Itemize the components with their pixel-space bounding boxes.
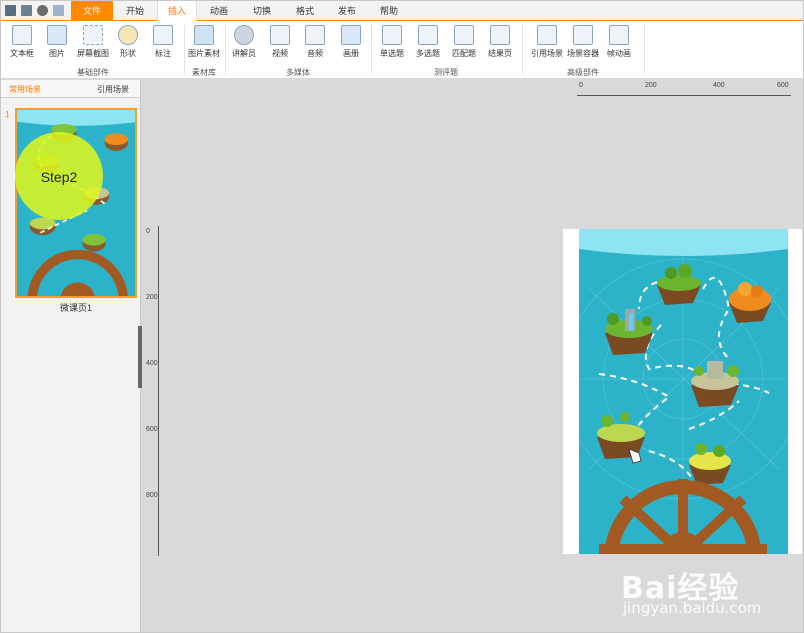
island-map-image[interactable] xyxy=(579,229,788,554)
speaker-icon xyxy=(305,25,325,45)
frame-animation-button[interactable]: 帧动画 xyxy=(602,25,636,59)
video-button[interactable]: 视频 xyxy=(263,25,297,59)
single-choice-icon xyxy=(382,25,402,45)
export-icon[interactable] xyxy=(53,5,64,16)
ribbon-separator xyxy=(522,25,523,75)
horizontal-ruler: 0 200 400 600 xyxy=(577,82,791,96)
app-window: 文件 开始 插入 动画 切换 格式 发布 帮助 文本框 图片 屏幕截图 形状 标… xyxy=(0,0,804,633)
tab-start[interactable]: 开始 xyxy=(115,1,155,21)
single-choice-button[interactable]: 单选题 xyxy=(375,25,409,59)
slide-canvas[interactable] xyxy=(563,229,802,554)
tab-reference-scenes[interactable]: 引用场景 xyxy=(97,84,129,95)
callout-button[interactable]: 标注 xyxy=(146,25,180,59)
matching-button[interactable]: 匹配题 xyxy=(447,25,481,59)
group-label-basic: 基础部件 xyxy=(77,68,109,77)
tab-insert[interactable]: 插入 xyxy=(157,1,197,22)
tab-format[interactable]: 格式 xyxy=(284,1,326,21)
callout-icon xyxy=(153,25,173,45)
image-button[interactable]: 图片 xyxy=(40,25,74,59)
slide-label: 微课页1 xyxy=(59,303,92,313)
tab-common-scenes[interactable]: 常用场景 xyxy=(9,84,41,95)
island-ruins xyxy=(691,361,739,407)
slide-panel-tabs: 常用场景 引用场景 xyxy=(1,80,140,98)
vertical-ruler: 0 200 400 600 800 xyxy=(145,226,159,556)
baidu-jingyan-watermark: Bai经验 jingyan.baidu.com xyxy=(617,559,797,631)
island-map-graphic xyxy=(579,229,788,554)
result-page-button[interactable]: 结果页 xyxy=(483,25,517,59)
ribbon-separator xyxy=(225,25,226,75)
shape-button[interactable]: 形状 xyxy=(111,25,145,59)
slide-number: 1 xyxy=(5,110,10,119)
group-label-advanced: 高级部件 xyxy=(567,68,599,77)
scene-container-button[interactable]: 场景容器 xyxy=(566,25,600,59)
album-button[interactable]: 画册 xyxy=(334,25,368,59)
ribbon-separator xyxy=(184,25,185,75)
tab-transition[interactable]: 切换 xyxy=(241,1,283,21)
frame-animation-icon xyxy=(609,25,629,45)
menu-bar: 文件 开始 插入 动画 切换 格式 发布 帮助 xyxy=(1,1,803,22)
album-icon xyxy=(341,25,361,45)
result-page-icon xyxy=(490,25,510,45)
group-label-material: 素材库 xyxy=(192,68,216,77)
matching-icon xyxy=(454,25,474,45)
narrator-icon xyxy=(234,25,254,45)
ribbon-toolbar: 文本框 图片 屏幕截图 形状 标注 基础部件 图片素材 素材库 讲解员 视频 音… xyxy=(1,21,803,79)
ribbon-separator xyxy=(371,25,372,75)
reference-scene-button[interactable]: 引用场景 xyxy=(530,25,564,59)
image-material-button[interactable]: 图片素材 xyxy=(187,25,221,59)
canvas-area: 0 200 400 600 0 200 400 600 800 xyxy=(142,80,803,632)
shape-icon xyxy=(118,25,138,45)
image-icon xyxy=(47,25,67,45)
video-icon xyxy=(270,25,290,45)
settings-icon[interactable] xyxy=(37,5,48,16)
group-label-quiz: 测评题 xyxy=(434,68,458,77)
slide-panel: 常用场景 引用场景 1 微课页1 Step2 xyxy=(1,80,141,632)
material-icon xyxy=(194,25,214,45)
preview-icon[interactable] xyxy=(21,5,32,16)
textbox-icon xyxy=(12,25,32,45)
screenshot-button[interactable]: 屏幕截图 xyxy=(76,25,110,59)
step-label: Step2 xyxy=(40,169,78,185)
step-highlight-circle: Step2 xyxy=(15,132,103,220)
reference-scene-icon xyxy=(537,25,557,45)
screenshot-icon xyxy=(83,25,103,45)
multi-choice-icon xyxy=(418,25,438,45)
scene-container-icon xyxy=(573,25,593,45)
tab-publish[interactable]: 发布 xyxy=(327,1,367,21)
audio-button[interactable]: 音频 xyxy=(298,25,332,59)
tab-help[interactable]: 帮助 xyxy=(369,1,409,21)
save-icon[interactable] xyxy=(5,5,16,16)
watermark-url: jingyan.baidu.com xyxy=(623,599,762,617)
narrator-button[interactable]: 讲解员 xyxy=(227,25,261,59)
ribbon-separator xyxy=(644,25,645,75)
tab-animation[interactable]: 动画 xyxy=(199,1,239,21)
multi-choice-button[interactable]: 多选题 xyxy=(411,25,445,59)
group-label-media: 多媒体 xyxy=(286,68,310,77)
textbox-button[interactable]: 文本框 xyxy=(5,25,39,59)
tab-file[interactable]: 文件 xyxy=(71,1,113,21)
